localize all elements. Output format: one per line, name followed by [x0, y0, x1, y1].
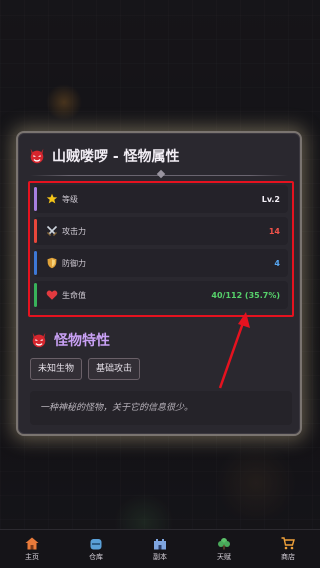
stat-value: 14	[268, 226, 280, 236]
shield-icon	[47, 257, 57, 269]
trait-tags: 未知生物 基础攻击	[30, 358, 141, 380]
stat-row-level: 等级 Lv.2	[34, 185, 288, 213]
dungeon-icon	[154, 538, 166, 549]
nav-item-talent[interactable]: 天赋	[192, 530, 256, 568]
stat-value: 4	[274, 258, 280, 268]
shop-icon	[281, 536, 295, 549]
bottom-nav: 主页 仓库 副本 天赋 商店	[0, 529, 320, 568]
stat-value: Lv.2	[261, 194, 280, 204]
nav-item-dungeon[interactable]: 副本	[128, 530, 192, 568]
sword-icon	[46, 225, 58, 236]
monster-description: 一种神秘的怪物，关于它的信息很少。	[30, 391, 292, 425]
home-icon	[25, 537, 39, 549]
nav-item-home[interactable]: 主页	[0, 530, 64, 568]
stats-highlight-box: 等级 Lv.2 攻击力 14 防御力 4 生命值 40/112 (35.7%)	[28, 181, 294, 317]
stat-value: 40/112 (35.7%)	[211, 290, 280, 300]
nav-item-storage[interactable]: 仓库	[64, 530, 128, 568]
stat-row-hp: 生命值 40/112 (35.7%)	[34, 281, 288, 309]
devil-icon	[32, 332, 46, 348]
star-icon	[46, 193, 58, 204]
nav-item-shop[interactable]: 商店	[256, 530, 320, 568]
monster-attributes-modal: 山贼喽啰 - 怪物属性 等级 Lv.2 攻击力 14 防御力 4 生命值 40/…	[16, 131, 302, 436]
stat-label: 等级	[62, 194, 78, 204]
nav-label: 仓库	[89, 552, 103, 561]
nav-label: 副本	[153, 552, 167, 561]
modal-title: 山贼喽啰 - 怪物属性	[52, 149, 180, 165]
nav-label: 天赋	[217, 552, 231, 561]
stat-label: 防御力	[62, 258, 86, 268]
trait-tag[interactable]: 基础攻击	[88, 358, 141, 380]
stat-row-defense: 防御力 4	[34, 249, 288, 277]
annotation-arrow	[218, 312, 250, 389]
heart-icon	[46, 290, 58, 300]
stat-row-attack: 攻击力 14	[34, 217, 288, 245]
traits-title: 怪物特性	[54, 333, 110, 349]
stat-label: 攻击力	[62, 226, 86, 236]
talent-icon	[218, 537, 230, 549]
trait-tag[interactable]: 未知生物	[30, 358, 83, 380]
devil-icon	[30, 148, 44, 164]
stat-label: 生命值	[62, 290, 86, 300]
storage-icon	[90, 538, 102, 549]
nav-label: 商店	[281, 552, 295, 561]
modal-header: 山贼喽啰 - 怪物属性	[28, 139, 290, 173]
nav-label: 主页	[25, 552, 39, 561]
traits-header: 怪物特性	[30, 330, 110, 350]
